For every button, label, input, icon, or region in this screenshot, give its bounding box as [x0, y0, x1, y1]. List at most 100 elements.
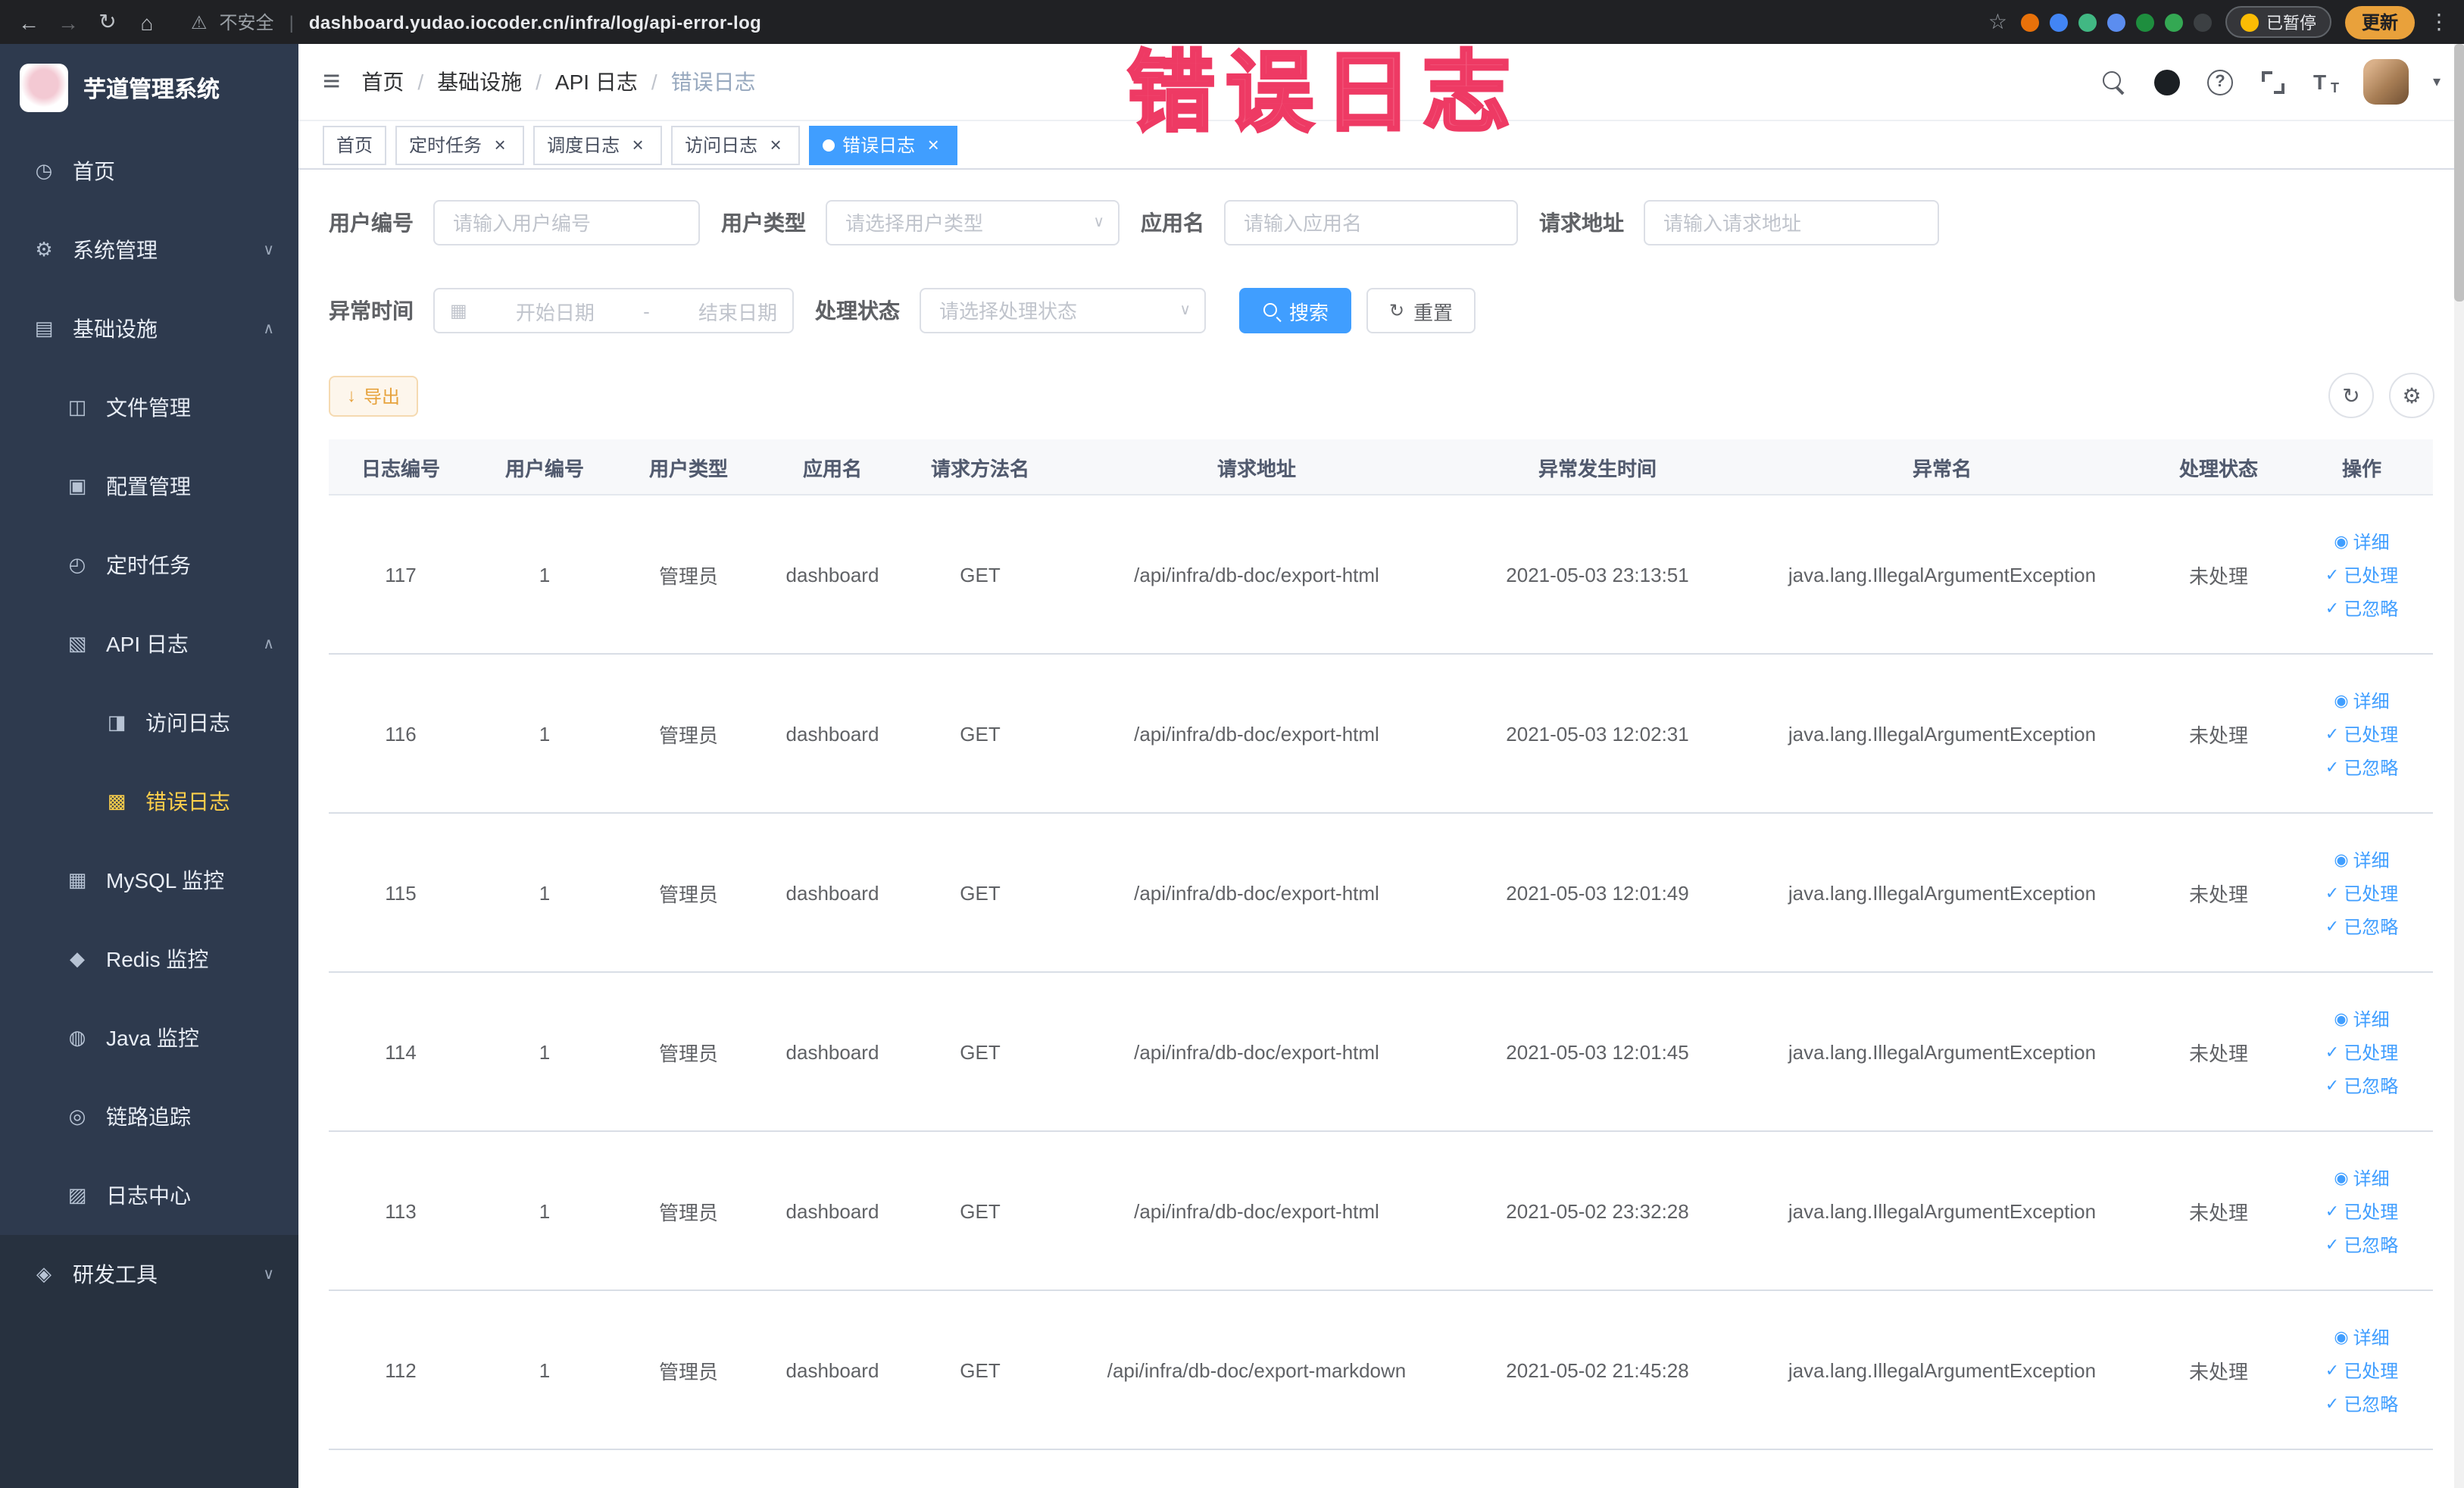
extension-orange-icon[interactable] — [2020, 13, 2039, 31]
exception-time-range-picker[interactable]: ▦ 开始日期 - 结束日期 — [433, 288, 794, 333]
action-label: 已处理 — [2344, 1042, 2399, 1063]
action-processed[interactable]: ✓ 已处理 — [2325, 721, 2398, 746]
action-detail[interactable]: ◉ 详细 — [2334, 528, 2389, 554]
extension-grid-icon[interactable] — [2106, 13, 2125, 31]
sidebar-item-scheduled-job[interactable]: ◴ 定时任务 — [0, 526, 298, 605]
window-scrollbar[interactable] — [2454, 44, 2464, 1488]
breadcrumb-item[interactable]: 首页 — [361, 67, 404, 97]
sidebar-item-access-log[interactable]: ◨ 访问日志 — [0, 683, 298, 762]
action-detail[interactable]: ◉ 详细 — [2334, 1164, 2389, 1190]
sidebar-item-label: 文件管理 — [106, 395, 191, 420]
user-id-input[interactable] — [433, 200, 700, 245]
breadcrumb-item[interactable]: API 日志 — [555, 67, 638, 97]
search-button[interactable]: 搜索 — [1239, 288, 1352, 333]
update-button[interactable]: 更新 — [2344, 5, 2415, 39]
bookmark-star-icon[interactable]: ☆ — [1988, 9, 2007, 35]
sidebar-item-mysql-monitor[interactable]: ▦ MySQL 监控 — [0, 841, 298, 920]
github-icon[interactable] — [2153, 69, 2180, 95]
browser-menu-icon[interactable]: ⋮ — [2428, 9, 2450, 35]
sidebar-item-api-log[interactable]: ▧ API 日志 ∧ — [0, 605, 298, 683]
sidebar-item-redis-monitor[interactable]: ◆ Redis 监控 — [0, 920, 298, 999]
reload-icon[interactable]: ↻ — [94, 9, 121, 35]
breadcrumb-item[interactable]: 基础设施 — [437, 67, 522, 97]
filter-exception-time: 异常时间 ▦ 开始日期 - 结束日期 — [329, 288, 794, 333]
action-label: 详细 — [2353, 690, 2390, 711]
action-ignored[interactable]: ✓ 已忽略 — [2325, 1390, 2398, 1416]
sidebar-item-home[interactable]: ◷ 首页 — [0, 132, 298, 211]
main-panel: ≡ 首页/基础设施/API 日志/错误日志 ▾ 首页定时任务×调度日志×访问日志… — [298, 44, 2464, 1488]
extension-on-badge-icon[interactable] — [2135, 13, 2154, 31]
sidebar-item-link-trace[interactable]: ◎ 链路追踪 — [0, 1077, 298, 1156]
close-icon[interactable]: × — [923, 133, 944, 155]
refresh-table-button[interactable]: ↻ — [2328, 373, 2374, 418]
request-url-input[interactable] — [1644, 200, 1939, 245]
extension-blue-drop-icon[interactable] — [2049, 13, 2068, 31]
tab-error-log[interactable]: 错误日志 × — [809, 125, 958, 164]
action-detail[interactable]: ◉ 详细 — [2334, 1005, 2389, 1031]
sidebar-item-system[interactable]: ⚙ 系统管理 ∨ — [0, 211, 298, 289]
cell-method: GET — [960, 881, 1001, 904]
forward-icon[interactable]: → — [55, 10, 82, 34]
action-processed[interactable]: ✓ 已处理 — [2325, 880, 2398, 905]
tab-scheduled-job[interactable]: 定时任务 × — [395, 125, 525, 164]
action-ignored[interactable]: ✓ 已忽略 — [2325, 1231, 2398, 1257]
export-button[interactable]: ↓ 导出 — [329, 375, 419, 416]
user-type-select[interactable] — [826, 200, 1120, 245]
scrollbar-thumb[interactable] — [2454, 44, 2464, 302]
tab-access-log[interactable]: 访问日志 × — [671, 125, 801, 164]
tab-label: 错误日志 — [842, 135, 916, 156]
action-processed[interactable]: ✓ 已处理 — [2325, 1039, 2398, 1064]
action-detail[interactable]: ◉ 详细 — [2334, 687, 2389, 713]
action-detail[interactable]: ◉ 详细 — [2334, 1324, 2389, 1349]
sidebar-item-log-center[interactable]: ▨ 日志中心 — [0, 1156, 298, 1235]
action-ignored[interactable]: ✓ 已忽略 — [2325, 595, 2398, 621]
close-icon[interactable]: × — [627, 133, 648, 155]
extension-paw-icon[interactable] — [2193, 13, 2212, 31]
extension-vue-devtools-icon[interactable] — [2078, 13, 2097, 31]
extension-leaf-icon[interactable] — [2164, 13, 2183, 31]
action-detail[interactable]: ◉ 详细 — [2334, 846, 2389, 872]
cell-time: 2021-05-02 21:45:28 — [1506, 1358, 1689, 1381]
sidebar-item-error-log[interactable]: ▩ 错误日志 — [0, 762, 298, 841]
breadcrumb-separator: / — [651, 70, 657, 94]
avatar-caret-icon[interactable]: ▾ — [2433, 73, 2441, 90]
search-icon[interactable] — [2101, 69, 2127, 95]
sidebar-item-file-manage[interactable]: ◫ 文件管理 — [0, 368, 298, 447]
action-ignored[interactable]: ✓ 已忽略 — [2325, 913, 2398, 939]
gear-icon: ⚙ — [35, 238, 53, 261]
action-processed[interactable]: ✓ 已处理 — [2325, 1357, 2398, 1383]
avatar[interactable] — [2363, 59, 2409, 105]
app-logo[interactable]: 芋道管理系统 — [0, 44, 298, 132]
fullscreen-icon[interactable] — [2260, 69, 2286, 95]
paused-badge[interactable]: 已暂停 — [2225, 6, 2331, 38]
table-body: 117 1 管理员 dashboard GET/api/infra/db-doc/exp… — [329, 495, 2433, 1450]
hamburger-icon[interactable]: ≡ — [323, 64, 340, 99]
process-status-select[interactable] — [920, 288, 1206, 333]
address-url[interactable]: dashboard.yudao.iocoder.cn/infra/log/api… — [309, 11, 761, 33]
app-name-input[interactable] — [1224, 200, 1518, 245]
action-ignored[interactable]: ✓ 已忽略 — [2325, 754, 2398, 780]
reset-button[interactable]: ↻ 重置 — [1366, 288, 1476, 333]
tab-home[interactable]: 首页 — [323, 125, 387, 164]
sidebar-item-config-manage[interactable]: ▣ 配置管理 — [0, 447, 298, 526]
action-processed[interactable]: ✓ 已处理 — [2325, 1198, 2398, 1224]
browser-home-icon[interactable]: ⌂ — [133, 10, 161, 34]
not-secure-warning-icon[interactable]: ⚠ — [191, 11, 208, 33]
back-icon[interactable]: ← — [15, 10, 42, 34]
cell-user-id: 1 — [539, 563, 551, 586]
sidebar-item-infra[interactable]: ▤ 基础设施 ∧ — [0, 289, 298, 368]
close-icon[interactable]: × — [765, 133, 786, 155]
sidebar-item-dev-tools[interactable]: ◈ 研发工具 ∨ — [0, 1235, 298, 1314]
action-ignored[interactable]: ✓ 已忽略 — [2325, 1072, 2398, 1098]
font-size-icon[interactable] — [2313, 69, 2339, 95]
tab-job-log[interactable]: 调度日志 × — [533, 125, 663, 164]
action-label: 详细 — [2353, 1008, 2390, 1030]
question-icon[interactable] — [2206, 69, 2233, 95]
filter-row-1: 用户编号 用户类型 ∨ 应用名 请 — [329, 200, 2434, 245]
table-settings-button[interactable]: ⚙ — [2389, 373, 2434, 418]
column-header: 请求地址 — [1216, 457, 1296, 480]
sidebar-item-java-monitor[interactable]: ◍ Java 监控 — [0, 999, 298, 1077]
action-processed[interactable]: ✓ 已处理 — [2325, 561, 2398, 587]
cell-method: GET — [960, 722, 1001, 745]
close-icon[interactable]: × — [489, 133, 511, 155]
